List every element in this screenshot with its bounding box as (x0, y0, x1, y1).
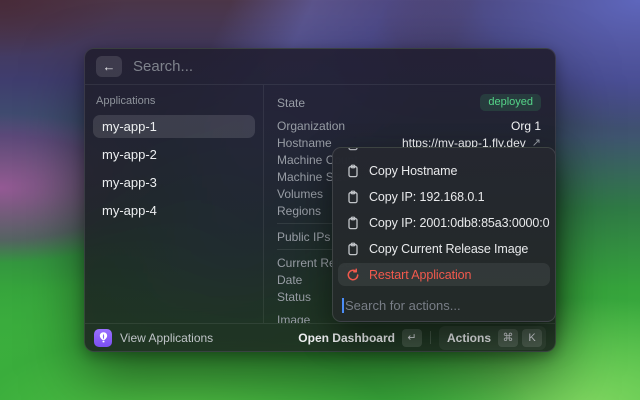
menu-partial-item (338, 148, 550, 156)
detail-label: Regions (277, 204, 321, 218)
applications-list: my-app-1 my-app-2 my-app-3 my-app-4 (93, 115, 255, 222)
menu-item-label: Copy Current Release Image (369, 242, 528, 256)
clipboard-icon (346, 242, 360, 256)
detail-label: Date (277, 273, 302, 287)
actions-label: Actions (447, 331, 491, 345)
detail-label: Status (277, 290, 311, 304)
actions-search (333, 290, 555, 321)
actions-button[interactable]: Actions ⌘K (439, 326, 546, 350)
key-badge: ⌘ (498, 329, 518, 347)
detail-label: Image (277, 313, 310, 324)
clipboard-icon (346, 148, 360, 151)
search-input[interactable] (133, 58, 544, 75)
applications-section-header: Applications (96, 95, 252, 107)
clipboard-icon (346, 190, 360, 204)
menu-item-label: Copy IP: 192.168.0.1 (369, 190, 484, 204)
command-source-label: View Applications (120, 331, 213, 345)
menu-item-label: Copy Hostname (369, 164, 457, 178)
detail-row: State deployed (277, 91, 541, 114)
open-dashboard-button[interactable]: Open Dashboard ↵ (298, 329, 422, 347)
menu-item-copy-hostname[interactable]: Copy Hostname (338, 159, 550, 182)
detail-value: deployed (480, 94, 541, 111)
menu-item-label: Restart Application (369, 268, 471, 282)
applications-sidebar: Applications my-app-1my-app-2my-app-3my-… (85, 85, 264, 323)
list-item-my-app-4[interactable]: my-app-4 (93, 199, 255, 222)
menu-item-copy-current-release-image[interactable]: Copy Current Release Image (338, 237, 550, 260)
actions-search-input[interactable] (343, 298, 545, 313)
back-button[interactable]: ← (96, 56, 122, 77)
menu-item-copy-ip-2001-0db8-85a3-0000-0000-8a2e[interactable]: Copy IP: 2001:0db8:85a3:0000:0000:8a2e:.… (338, 211, 550, 234)
status-badge: deployed (480, 94, 541, 111)
clipboard-icon (346, 216, 360, 230)
search-bar: ← (85, 49, 555, 85)
footer-bar: View Applications Open Dashboard ↵ Actio… (85, 323, 555, 351)
actions-menu: Copy Hostname Copy IP: 192.168.0.1 Copy IP… (332, 147, 556, 322)
detail-value: Org 1 (511, 119, 541, 133)
detail-label: Organization (277, 119, 345, 133)
list-item-my-app-3[interactable]: my-app-3 (93, 171, 255, 194)
detail-label: Volumes (277, 187, 323, 201)
key-badge: K (522, 329, 542, 347)
fly-balloon-icon (94, 329, 112, 347)
menu-item-label: Copy IP: 2001:0db8:85a3:0000:0000:8a2e:.… (369, 216, 550, 230)
detail-label: Hostname (277, 136, 332, 150)
list-item-my-app-2[interactable]: my-app-2 (93, 143, 255, 166)
return-key-icon: ↵ (402, 329, 422, 347)
menu-item-restart-application[interactable]: Restart Application (338, 263, 550, 286)
open-dashboard-label: Open Dashboard (298, 331, 395, 345)
detail-row: Organization Org 1 (277, 117, 541, 134)
list-item-my-app-1[interactable]: my-app-1 (93, 115, 255, 138)
back-arrow-icon: ← (103, 59, 116, 74)
detail-label: Public IPs (277, 230, 330, 244)
footer-divider (430, 331, 431, 344)
detail-label: State (277, 96, 305, 110)
clipboard-icon (346, 164, 360, 178)
menu-item-copy-ip-192-168-0-1[interactable]: Copy IP: 192.168.0.1 (338, 185, 550, 208)
actions-menu-list: Copy Hostname Copy IP: 192.168.0.1 Copy IP… (333, 148, 555, 290)
text-cursor (342, 298, 344, 313)
restart-icon (346, 268, 360, 282)
detail-value-text: Org 1 (511, 119, 541, 133)
